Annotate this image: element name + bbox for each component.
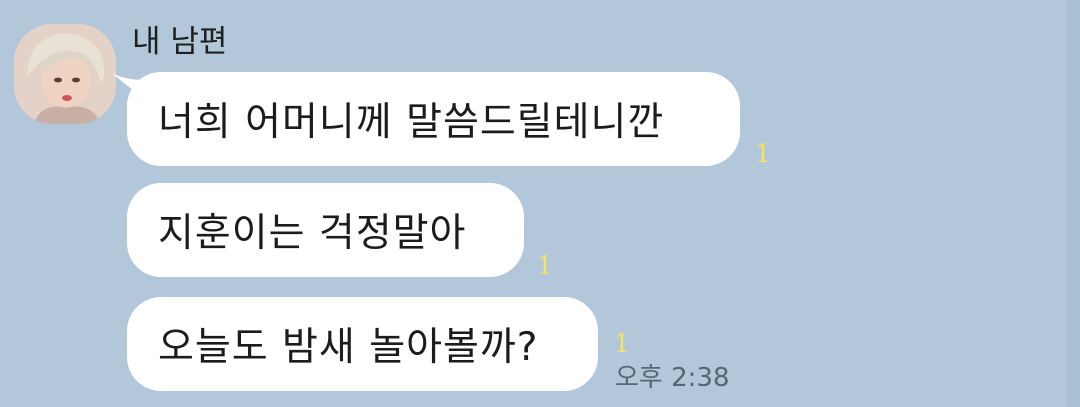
message-timestamp: 오후 2:38 — [615, 363, 730, 393]
sender-avatar[interactable] — [14, 24, 116, 124]
unread-count: 1 — [614, 329, 630, 358]
sender-name: 내 남편 — [132, 24, 228, 60]
chat-scrollbar[interactable] — [1067, 0, 1080, 407]
message-bubble[interactable]: 오늘도 밤새 놀아볼까? — [127, 297, 598, 391]
message-bubble[interactable]: 너희 어머니께 말씀드릴테니깐 — [127, 72, 740, 166]
message-text: 오늘도 밤새 놀아볼까? — [158, 325, 539, 370]
message-text: 지훈이는 걱정말아 — [158, 211, 467, 256]
unread-count: 1 — [755, 139, 771, 168]
message-bubble[interactable]: 지훈이는 걱정말아 — [127, 183, 524, 277]
unread-count: 1 — [537, 251, 553, 280]
profile-photo-icon — [14, 24, 116, 124]
message-text: 너희 어머니께 말씀드릴테니깐 — [158, 100, 665, 145]
